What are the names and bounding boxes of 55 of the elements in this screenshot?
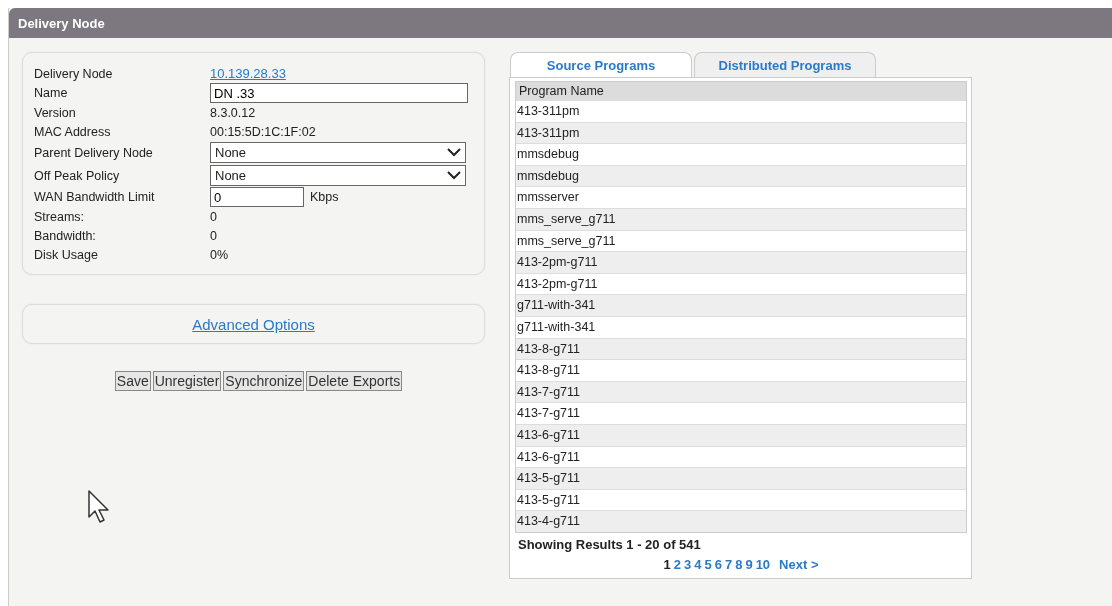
field-label: WAN Bandwidth Limit xyxy=(34,190,156,204)
tab[interactable]: Source Programs xyxy=(510,52,692,77)
name-field[interactable]: DN .33 xyxy=(210,83,468,103)
next-page-link[interactable]: Next > xyxy=(779,556,819,572)
field-label: Streams: xyxy=(34,209,85,224)
page-link[interactable]: 2 xyxy=(673,556,681,572)
dropdown[interactable]: None xyxy=(210,142,466,163)
action-button[interactable]: Delete Exports xyxy=(306,371,403,391)
field-label: Name xyxy=(34,86,69,100)
page-link[interactable]: 7 xyxy=(724,556,733,572)
field-label: Version xyxy=(34,105,77,120)
bandwidth-field[interactable]: 0 xyxy=(210,187,304,207)
unit-label: Kbps xyxy=(310,190,339,204)
node-address-link[interactable]: 10.139.28.33 xyxy=(210,66,286,81)
dropdown[interactable]: None xyxy=(210,165,466,186)
page-link[interactable]: 1 xyxy=(663,556,671,572)
page-link[interactable]: 5 xyxy=(704,556,712,572)
action-button[interactable]: Unregister xyxy=(152,371,222,391)
action-button[interactable]: Save xyxy=(114,371,151,391)
table-cell: 413-6-g711 xyxy=(516,423,966,446)
table-cell: 413-4-g711 xyxy=(516,510,966,532)
field-value: 0 xyxy=(210,228,217,243)
field-value: 8.3.0.12 xyxy=(210,105,256,120)
field-value: 0 xyxy=(210,209,217,224)
panel-title: Delivery Node xyxy=(18,15,105,31)
mouse-pointer-icon xyxy=(87,489,111,525)
column-header: Program Name xyxy=(516,82,966,100)
page-link[interactable]: 10 xyxy=(755,556,771,572)
table-cell: 413-311pm xyxy=(516,121,966,144)
page-link[interactable]: 3 xyxy=(684,556,692,572)
page-link[interactable]: 4 xyxy=(694,556,702,572)
field-label: Disk Usage xyxy=(34,247,99,262)
page-link[interactable]: 8 xyxy=(735,556,743,572)
page-link[interactable]: 6 xyxy=(714,556,722,572)
field-value: 0% xyxy=(210,247,229,262)
field-label: Bandwidth: xyxy=(34,228,97,243)
results-summary: Showing Results 1 - 20 of 541 xyxy=(517,535,702,552)
table-cell: 413-2pm-g711 xyxy=(516,251,966,273)
table-cell: 413-7-g711 xyxy=(516,380,966,403)
chevron-down-icon xyxy=(447,148,461,157)
field-label: Off Peak Policy xyxy=(34,168,121,183)
action-button[interactable]: Synchronize xyxy=(223,371,305,391)
chevron-down-icon xyxy=(447,171,461,180)
field-label: Delivery Node xyxy=(34,66,114,81)
table-cell: 413-8-g711 xyxy=(516,337,966,360)
table-cell: 413-5-g711 xyxy=(516,467,966,489)
table-cell: g711-with-341 xyxy=(516,294,966,316)
field-label: Parent Delivery Node xyxy=(34,145,154,160)
field-label: MAC Address xyxy=(34,124,112,139)
field-value: 00:15:5D:1C:1F:02 xyxy=(210,124,316,139)
tab[interactable]: Distributed Programs xyxy=(694,52,876,77)
advanced-options-link[interactable]: Advanced Options xyxy=(192,315,315,333)
table-cell: mms_serve_g711 xyxy=(516,207,966,230)
page-link[interactable]: 9 xyxy=(745,556,753,572)
table-cell: mmsdebug xyxy=(516,164,966,187)
